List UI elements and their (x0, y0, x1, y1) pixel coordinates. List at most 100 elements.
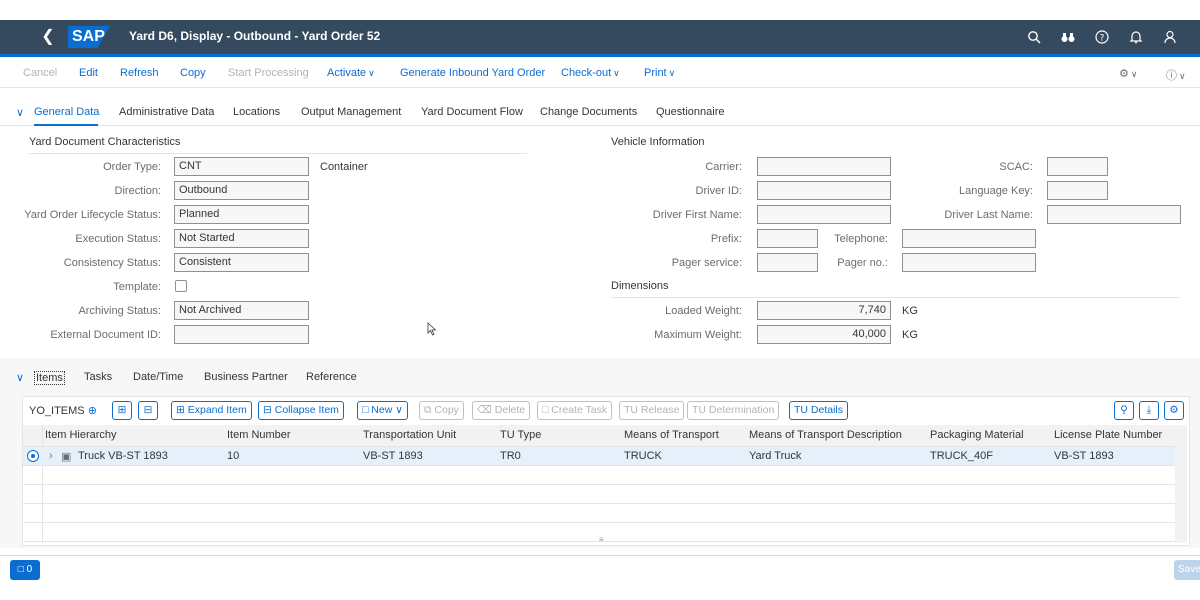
direction-label: Direction: (114, 185, 161, 197)
pager-no-field[interactable] (902, 253, 1036, 272)
table-row[interactable]: › ▣ Truck VB-ST 1893 10 VB-ST 1893 TR0 T… (23, 447, 1175, 466)
delete-item-button[interactable]: ⌫ Delete (472, 401, 531, 420)
collapse-item-button[interactable]: ⊟ Collapse Item (258, 401, 344, 420)
divider (29, 153, 527, 154)
column-header[interactable]: Means of Transport Description (749, 429, 902, 441)
copy-item-button[interactable]: ⧉ Copy (419, 401, 464, 420)
start-processing-button[interactable]: Start Processing (228, 67, 309, 79)
license-plate-cell: VB-ST 1893 (1054, 450, 1114, 462)
tab-reference[interactable]: Reference (306, 371, 357, 383)
scac-label: SCAC: (999, 161, 1033, 173)
consistency-label: Consistency Status: (63, 257, 161, 269)
scac-field[interactable] (1047, 157, 1108, 176)
bell-icon[interactable] (1124, 26, 1148, 48)
carrier-field[interactable] (757, 157, 891, 176)
order-type-description: Container (320, 161, 368, 173)
copy-button[interactable]: Copy (180, 67, 206, 79)
user-icon[interactable] (1158, 26, 1182, 48)
chevron-down-icon: ⊕ (87, 405, 97, 417)
lifecycle-field[interactable]: Planned (174, 205, 309, 224)
settings-menu[interactable]: ⚙ ∨ (1119, 67, 1137, 80)
search-icon[interactable] (1022, 26, 1046, 48)
execution-field[interactable]: Not Started (174, 229, 309, 248)
pager-service-field[interactable] (757, 253, 818, 272)
tab-yard-document-flow[interactable]: Yard Document Flow (421, 106, 523, 118)
column-header[interactable]: TU Type (500, 429, 541, 441)
column-header[interactable]: License Plate Number (1054, 429, 1162, 441)
tu-details-button[interactable]: TU Details (789, 401, 849, 420)
download-icon[interactable]: ⤓ (1139, 401, 1159, 420)
driver-first-name-field[interactable] (757, 205, 891, 224)
carrier-label: Carrier: (705, 161, 742, 173)
expand-all-icon[interactable]: ⊞ (112, 401, 132, 420)
collapse-all-icon[interactable]: ⊟ (138, 401, 158, 420)
tu-release-button[interactable]: TU Release (619, 401, 685, 420)
print-menu[interactable]: Print ∨ (644, 67, 675, 79)
resize-handle-icon[interactable]: ≡ (599, 535, 604, 544)
direction-field[interactable]: Outbound (174, 181, 309, 200)
driver-last-name-field[interactable] (1047, 205, 1181, 224)
create-task-button[interactable]: □ Create Task (537, 401, 613, 420)
driver-id-field[interactable] (757, 181, 891, 200)
tab-questionnaire[interactable]: Questionnaire (656, 106, 725, 118)
message-button[interactable]: □ 0 (10, 560, 40, 580)
prefix-label: Prefix: (710, 233, 742, 245)
loaded-weight-field[interactable]: 7,740 (757, 301, 891, 320)
variant-selector[interactable]: YO_ITEMS ⊕ (29, 404, 97, 417)
collapse-icon[interactable]: ∨ (16, 371, 24, 384)
tab-change-documents[interactable]: Change Documents (540, 106, 637, 118)
max-weight-unit: KG (902, 329, 918, 341)
section-tabs: ∨ General Data Administrative Data Locat… (0, 98, 1200, 126)
message-icon: □ (17, 564, 24, 575)
activate-menu[interactable]: Activate ∨ (327, 67, 375, 79)
column-header[interactable]: Item Number (227, 429, 291, 441)
consistency-field[interactable]: Consistent (174, 253, 309, 272)
column-header[interactable]: Transportation Unit (363, 429, 456, 441)
sap-logo[interactable]: SAP (68, 26, 110, 48)
prefix-field[interactable] (757, 229, 818, 248)
telephone-field[interactable] (902, 229, 1036, 248)
column-header[interactable]: Packaging Material (930, 429, 1024, 441)
table-scrollbar[interactable] (1175, 425, 1187, 543)
column-header[interactable]: Item Hierarchy (45, 429, 117, 441)
tab-administrative-data[interactable]: Administrative Data (119, 106, 214, 118)
pager-service-label: Pager service: (671, 257, 742, 269)
order-type-field[interactable]: CNT (174, 157, 309, 176)
item-hierarchy-cell: Truck VB-ST 1893 (78, 450, 168, 462)
tab-general-data[interactable]: General Data (34, 106, 99, 118)
tab-output-management[interactable]: Output Management (301, 106, 401, 118)
refresh-button[interactable]: Refresh (120, 67, 159, 79)
archiving-field[interactable]: Not Archived (174, 301, 309, 320)
row-selector-radio[interactable] (27, 450, 39, 462)
collapse-icon[interactable]: ∨ (16, 106, 24, 119)
tab-locations[interactable]: Locations (233, 106, 280, 118)
tab-business-partner[interactable]: Business Partner (204, 371, 288, 383)
edit-button[interactable]: Edit (79, 67, 98, 79)
help-icon[interactable]: ? (1090, 26, 1114, 48)
binoculars-icon[interactable] (1056, 26, 1080, 48)
tab-items[interactable]: Items (34, 371, 65, 385)
new-button[interactable]: □ New ∨ (357, 401, 408, 420)
tab-date-time[interactable]: Date/Time (133, 371, 183, 383)
expand-row-icon[interactable]: › (49, 450, 53, 462)
expand-item-button[interactable]: ⊞ Expand Item (171, 401, 252, 420)
column-header[interactable]: Means of Transport (624, 429, 719, 441)
document-icon: □ (362, 404, 369, 416)
copy-item-label: Copy (434, 404, 459, 416)
driver-id-label: Driver ID: (695, 185, 742, 197)
check-out-menu[interactable]: Check-out ∨ (561, 67, 620, 79)
tu-determination-button[interactable]: TU Determination (687, 401, 780, 420)
tab-tasks[interactable]: Tasks (84, 371, 112, 383)
zoom-icon[interactable]: ⚲ (1114, 401, 1134, 420)
help-menu[interactable]: ⓘ ∨ (1166, 67, 1186, 83)
max-weight-field[interactable]: 40,000 (757, 325, 891, 344)
external-id-field[interactable] (174, 325, 309, 344)
language-key-field[interactable] (1047, 181, 1108, 200)
template-checkbox[interactable] (175, 280, 187, 292)
table-settings-icon[interactable]: ⚙ (1164, 401, 1184, 420)
save-button[interactable]: Save (1174, 560, 1200, 580)
generate-inbound-button[interactable]: Generate Inbound Yard Order (400, 67, 545, 79)
back-icon[interactable]: ❮ (36, 26, 60, 50)
chevron-down-icon: ∨ (368, 68, 375, 78)
cancel-button[interactable]: Cancel (23, 67, 57, 79)
